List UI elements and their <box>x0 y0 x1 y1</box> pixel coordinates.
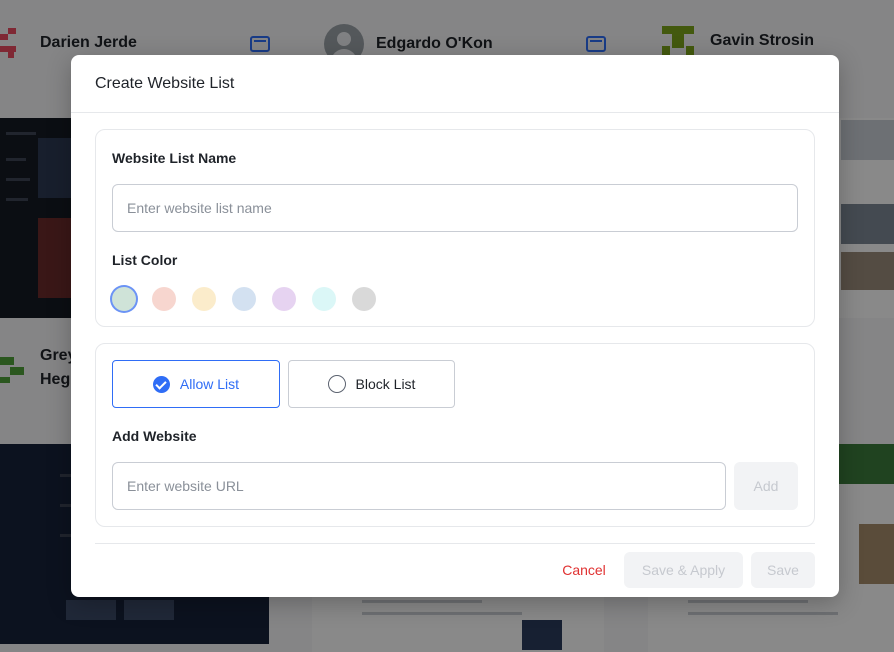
add-website-button[interactable]: Add <box>734 462 798 510</box>
color-swatch-gray[interactable] <box>352 287 376 311</box>
color-swatch-red[interactable] <box>152 287 176 311</box>
save-button[interactable]: Save <box>751 552 815 588</box>
create-website-list-dialog: Create Website List Website List Name Li… <box>71 55 839 597</box>
color-swatch-green[interactable] <box>112 287 136 311</box>
dialog-header: Create Website List <box>71 55 839 113</box>
checked-radio-icon <box>152 375 170 393</box>
footer-divider <box>95 543 815 544</box>
color-swatch-purple[interactable] <box>272 287 296 311</box>
list-name-label: Website List Name <box>112 150 237 166</box>
allow-list-option[interactable]: Allow List <box>112 360 280 408</box>
list-details-section: Website List Name List Color <box>95 129 815 327</box>
block-list-label: Block List <box>355 376 416 392</box>
list-name-input[interactable] <box>112 184 798 232</box>
list-color-label: List Color <box>112 252 178 268</box>
save-and-apply-button[interactable]: Save & Apply <box>624 552 743 588</box>
allow-list-label: Allow List <box>179 376 240 392</box>
color-swatch-cyan[interactable] <box>312 287 336 311</box>
color-swatch-yellow[interactable] <box>192 287 216 311</box>
website-url-input[interactable] <box>112 462 726 510</box>
add-website-label: Add Website <box>112 428 197 444</box>
cancel-button[interactable]: Cancel <box>551 552 617 588</box>
dialog-title: Create Website List <box>95 75 235 92</box>
unchecked-radio-icon <box>327 375 346 393</box>
website-entries-section: Allow List Block List Add Website Add <box>95 343 815 527</box>
block-list-option[interactable]: Block List <box>288 360 455 408</box>
color-swatch-blue[interactable] <box>232 287 256 311</box>
